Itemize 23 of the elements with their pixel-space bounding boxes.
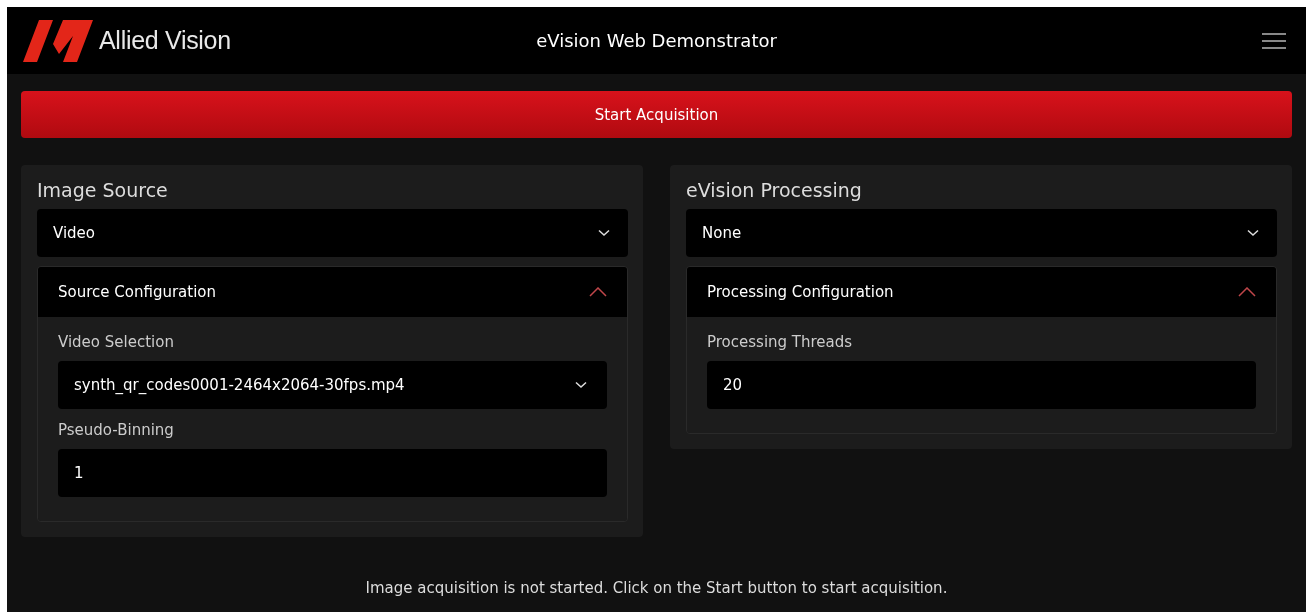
dropdown[interactable]: Video: [37, 209, 628, 257]
panel-title: Image Source: [37, 179, 169, 201]
chevron-down-icon: [575, 381, 587, 389]
field-label: Processing Threads: [707, 333, 854, 351]
chevron-down-icon: [598, 229, 610, 237]
panel-title: eVision Processing: [686, 179, 863, 201]
chevron-up-icon: [1238, 287, 1256, 297]
config-header[interactable]: Processing Configuration: [687, 267, 1276, 317]
config-header[interactable]: Source Configuration: [38, 267, 627, 317]
chevron-up-icon: [589, 287, 607, 297]
input-field[interactable]: 20: [707, 361, 1256, 409]
brand-name: Allied Vision: [99, 26, 231, 55]
select-field[interactable]: synth_qr_codes0001-2464x2064-30fps.mp4: [58, 361, 607, 409]
field-label: Pseudo-Binning: [58, 421, 175, 439]
logo-icon: [23, 19, 93, 62]
menu-icon: [1262, 31, 1286, 50]
start-acquisition-button[interactable]: Start Acquisition: [21, 91, 1292, 138]
app-title: eVision Web Demonstrator: [536, 30, 777, 51]
field-label: Video Selection: [58, 333, 175, 351]
input-field[interactable]: 1: [58, 449, 607, 497]
chevron-down-icon: [1247, 229, 1259, 237]
status-message: Image acquisition is not started. Click on the Start button to start acquisition.: [364, 579, 949, 599]
dropdown[interactable]: None: [686, 209, 1277, 257]
